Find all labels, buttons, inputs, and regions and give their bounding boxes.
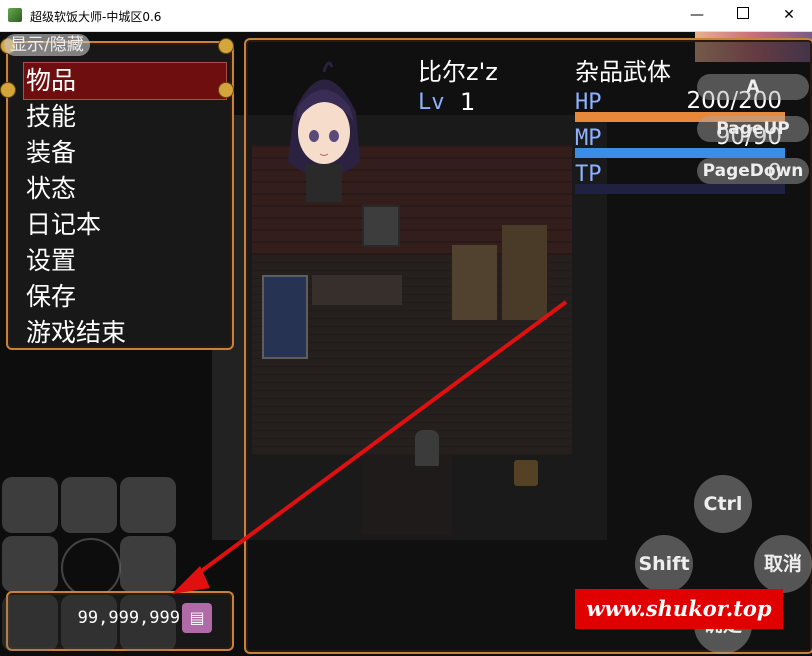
menu-item[interactable]: 保存 bbox=[24, 279, 226, 315]
maximize-icon bbox=[737, 7, 749, 19]
minimize-button[interactable]: — bbox=[674, 0, 720, 31]
menu-list: 物品 技能 装备 状态 日记本 设置 保存 游戏结束 bbox=[23, 62, 227, 351]
actor-class: 杂品武体 bbox=[575, 58, 671, 86]
dpad-up-left[interactable] bbox=[2, 477, 58, 533]
menu-item[interactable]: 状态 bbox=[24, 171, 226, 207]
a-button[interactable]: A bbox=[697, 74, 809, 100]
arrow-head bbox=[172, 566, 210, 594]
pageup-button[interactable]: PageUP bbox=[697, 116, 809, 142]
actor-name: 比尔z'z bbox=[418, 58, 498, 86]
maximize-button[interactable] bbox=[720, 0, 766, 31]
pagedown-button[interactable]: PageDown bbox=[697, 158, 809, 184]
close-button[interactable]: ✕ bbox=[766, 0, 812, 31]
menu-item[interactable]: 游戏结束 bbox=[24, 315, 226, 351]
level-label: Lv bbox=[418, 90, 445, 115]
tp-gauge bbox=[575, 184, 785, 194]
dpad-up-right[interactable] bbox=[120, 477, 176, 533]
actor-portrait bbox=[288, 61, 360, 202]
dpad-up[interactable] bbox=[61, 477, 117, 533]
money-icon: ▤ bbox=[182, 603, 212, 633]
dpad-right[interactable] bbox=[120, 536, 176, 592]
shift-button[interactable]: Shift bbox=[635, 535, 693, 593]
ctrl-button[interactable]: Ctrl bbox=[694, 475, 752, 533]
main-menu: 物品 技能 装备 状态 日记本 设置 保存 游戏结束 bbox=[6, 41, 234, 350]
menu-item[interactable]: 物品 bbox=[23, 62, 227, 100]
game-viewport[interactable]: 比尔z'z 杂品武体 Lv 1 HP 200/200 MP 90/90 TP 0… bbox=[0, 32, 812, 656]
dpad-center[interactable] bbox=[61, 538, 121, 598]
bell-icon bbox=[218, 82, 234, 98]
cancel-button[interactable]: 取消 bbox=[754, 535, 812, 593]
menu-item[interactable]: 设置 bbox=[24, 243, 226, 279]
window-titlebar: 超级软饭大师-中城区0.6 — ✕ bbox=[0, 0, 812, 32]
show-hide-toggle[interactable]: 显示/隐藏 bbox=[4, 34, 90, 56]
window-title: 超级软饭大师-中城区0.6 bbox=[30, 10, 162, 24]
dpad-left[interactable] bbox=[2, 536, 58, 592]
bell-icon bbox=[218, 38, 234, 54]
level-value: 1 bbox=[460, 88, 476, 116]
bell-icon bbox=[0, 82, 16, 98]
menu-item[interactable]: 日记本 bbox=[24, 207, 226, 243]
watermark: www.shukor.top bbox=[575, 589, 783, 629]
app-icon bbox=[8, 8, 22, 22]
menu-item[interactable]: 装备 bbox=[24, 135, 226, 171]
gold-amount: 99,999,999 bbox=[77, 608, 180, 628]
menu-item[interactable]: 技能 bbox=[24, 99, 226, 135]
